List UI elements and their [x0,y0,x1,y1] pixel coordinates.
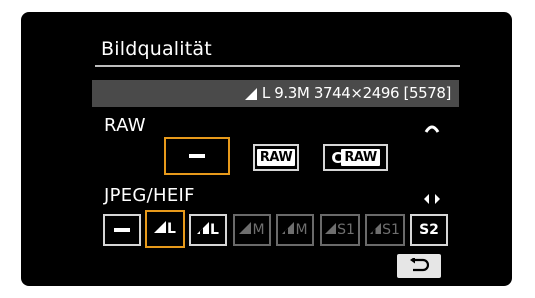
raw-label: RAW [104,115,146,136]
raw-option-off[interactable] [164,137,230,175]
image-size-info: 9.3M 3744×2496 [5578] [274,84,451,102]
jpeg-option-l-normal[interactable]: L [189,214,227,246]
quality-size-label: M [295,222,308,238]
off-dash-icon [114,228,130,232]
fine-quality-icon [239,222,252,238]
quality-size-label: S1 [337,222,355,238]
camera-screen: Bildqualität L 9.3M 3744×2496 [5578] RAW… [0,0,535,298]
jpeg-option-m-normal[interactable]: M [276,214,314,246]
quality-mark: L [261,84,270,102]
normal-quality-icon [282,222,295,238]
image-info-bar: L 9.3M 3744×2496 [5578] [92,80,459,107]
quality-size-label: M [252,222,265,238]
jpeg-heif-label: JPEG/HEIF [104,185,195,206]
title-divider [95,65,460,67]
quality-size-label: S1 [382,222,400,238]
normal-quality-icon [197,222,210,238]
off-dash-icon [189,154,205,158]
jpeg-option-s2[interactable]: S2 [410,214,448,246]
jpeg-option-off[interactable] [103,214,141,246]
craw-label-chip: RAW [341,149,380,166]
page-title: Bildqualität [101,38,212,60]
jpeg-option-l-fine[interactable]: L [145,210,185,248]
back-button[interactable] [397,254,441,278]
main-dial-icon [424,118,440,137]
jpeg-option-s1-fine[interactable]: S1 [320,214,360,246]
fine-quality-icon [244,87,258,100]
quality-size-label: L [167,221,176,237]
raw-option-raw[interactable]: RAW [253,144,299,171]
quality-size-label: L [210,222,219,238]
fine-quality-icon [325,222,337,238]
raw-label-chip: RAW [256,149,296,166]
jpeg-option-s1-normal[interactable]: S1 [365,214,405,246]
return-arrow-icon [409,256,430,276]
raw-option-craw[interactable]: C RAW [323,144,388,171]
left-right-arrows-icon [424,189,440,208]
fine-quality-icon [154,221,167,237]
jpeg-option-m-fine[interactable]: M [233,214,271,246]
quality-size-label: S2 [419,222,439,238]
normal-quality-icon [370,222,382,238]
